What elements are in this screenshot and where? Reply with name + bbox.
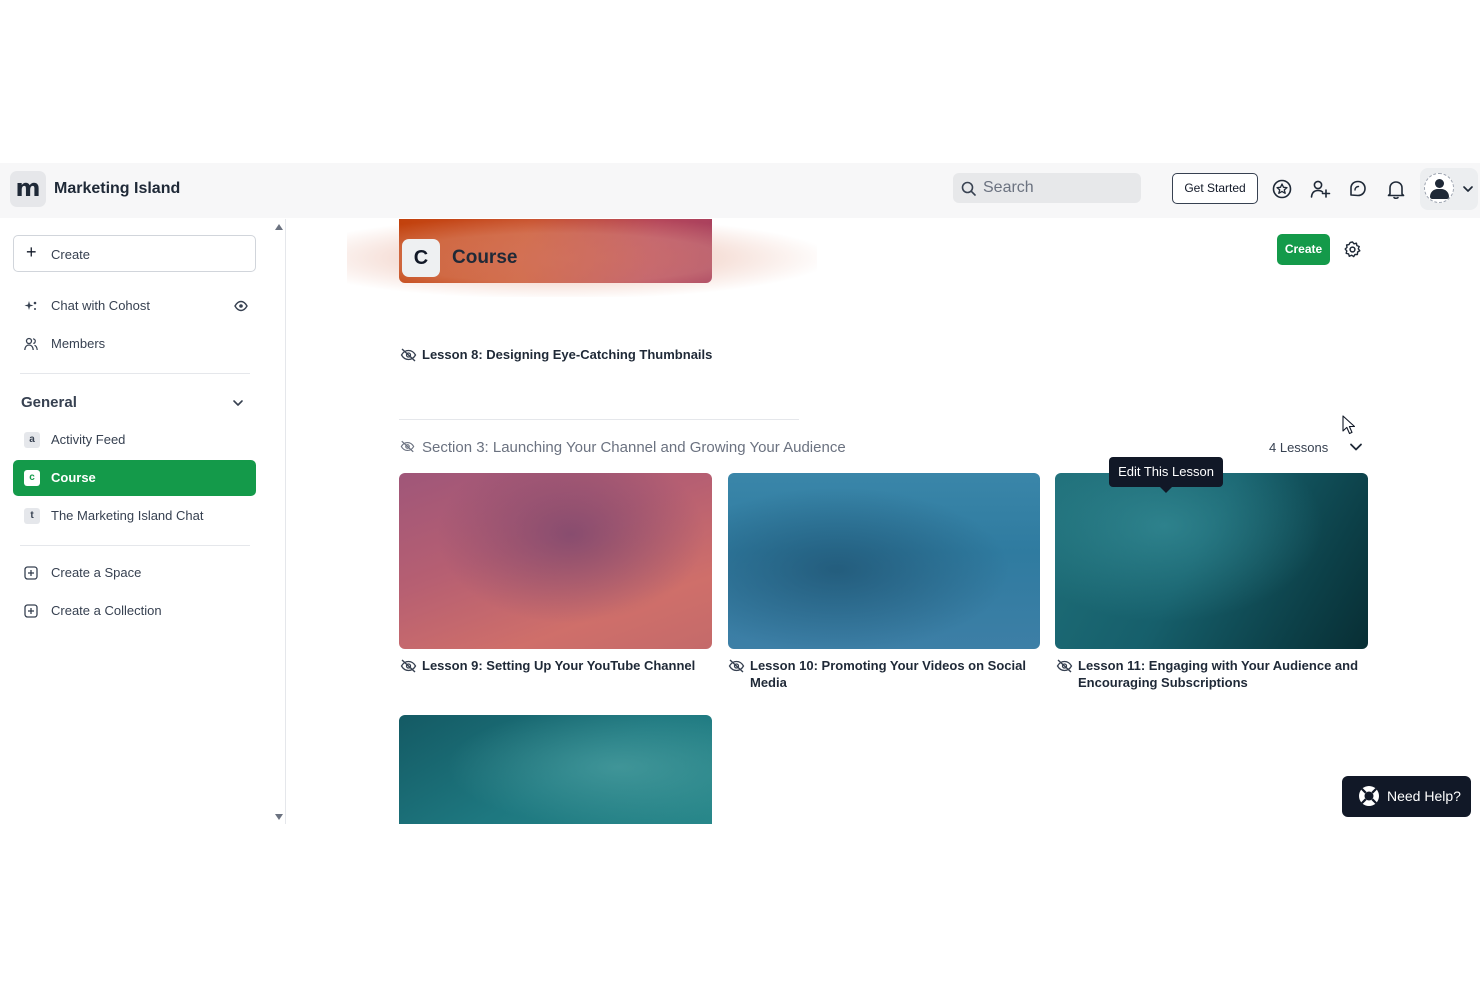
section-title[interactable]: Section 3: Launching Your Channel and Gr…	[422, 439, 846, 456]
sidebar-item-label: Course	[51, 470, 96, 485]
hidden-eye-icon	[1056, 659, 1073, 673]
lesson-thumbnail[interactable]	[1055, 473, 1368, 649]
search-box[interactable]	[953, 173, 1141, 203]
sidebar-item-course[interactable]: c Course	[13, 460, 256, 496]
edit-lesson-tooltip: Edit This Lesson	[1109, 457, 1223, 493]
hidden-eye-icon	[400, 440, 415, 453]
get-started-button[interactable]: Get Started	[1172, 173, 1258, 204]
sidebar-divider	[20, 373, 250, 374]
chevron-down-icon[interactable]	[232, 397, 244, 409]
space-letter-badge: t	[24, 508, 40, 524]
sidebar-item-label: Members	[51, 336, 106, 351]
sidebar-item-label: Create a Collection	[51, 603, 162, 618]
sidebar-scrollbar[interactable]	[273, 219, 285, 824]
avatar-body	[1430, 189, 1449, 199]
avatar-head	[1435, 179, 1444, 188]
sidebar: + Create Chat with Cohost Members Genera…	[0, 219, 271, 824]
gear-icon[interactable]	[1344, 241, 1361, 258]
lesson-title[interactable]: Lesson 11: Engaging with Your Audience a…	[1078, 657, 1370, 691]
sidebar-item-create-collection[interactable]: Create a Collection	[13, 593, 256, 629]
sidebar-item-label: Create a Space	[51, 565, 142, 580]
space-group-title[interactable]: General	[21, 394, 77, 411]
scroll-up-arrow-icon[interactable]	[274, 223, 284, 231]
search-input[interactable]	[983, 178, 1133, 198]
community-name[interactable]: Marketing Island	[54, 180, 180, 198]
sidebar-item-chat-with-cohost[interactable]: Chat with Cohost	[13, 288, 256, 324]
chevron-down-icon[interactable]	[1349, 441, 1363, 453]
members-icon	[24, 337, 38, 351]
user-menu[interactable]	[1420, 168, 1478, 210]
section-divider	[399, 419, 799, 420]
top-bar: m Marketing Island Get Started	[0, 163, 1480, 218]
search-icon	[961, 181, 976, 196]
sidebar-item-label: The Marketing Island Chat	[51, 508, 204, 523]
lesson-title[interactable]: Lesson 10: Promoting Your Videos on Soci…	[750, 657, 1040, 691]
course-space-badge: C	[402, 239, 440, 277]
add-square-icon	[24, 604, 38, 618]
lesson-title[interactable]: Lesson 8: Designing Eye-Catching Thumbna…	[422, 346, 742, 363]
main-content: C Course Create Lesson 8: Designing Eye-…	[287, 219, 1480, 824]
create-button[interactable]: + Create	[13, 235, 256, 272]
lesson-thumbnail[interactable]	[399, 473, 712, 649]
bell-icon[interactable]	[1385, 178, 1407, 200]
hidden-eye-icon	[728, 659, 745, 673]
plus-icon: +	[26, 242, 37, 262]
sidebar-item-activity-feed[interactable]: a Activity Feed	[13, 422, 256, 458]
app-window: m Marketing Island Get Started + Create …	[0, 163, 1480, 824]
sparkle-icon	[24, 301, 37, 310]
avatar[interactable]	[1424, 173, 1454, 203]
space-letter-badge: c	[24, 470, 40, 486]
hidden-eye-icon	[400, 659, 417, 673]
lifebuoy-icon	[1359, 786, 1379, 806]
lesson-thumbnail[interactable]	[728, 473, 1040, 649]
sidebar-item-members[interactable]: Members	[13, 326, 256, 362]
page-title: Course	[452, 247, 518, 268]
hidden-eye-icon	[400, 348, 417, 362]
chevron-down-icon[interactable]	[1462, 183, 1474, 195]
sidebar-item-label: Chat with Cohost	[51, 298, 150, 313]
sidebar-item-create-space[interactable]: Create a Space	[13, 555, 256, 591]
need-help-label: Need Help?	[1387, 788, 1461, 804]
sidebar-border	[285, 219, 286, 824]
create-label: Create	[51, 247, 91, 262]
star-badge-icon[interactable]	[1271, 178, 1293, 200]
community-logo[interactable]: m	[10, 171, 46, 207]
sidebar-divider	[20, 545, 250, 546]
sidebar-item-label: Activity Feed	[51, 432, 126, 447]
create-lesson-button[interactable]: Create	[1277, 234, 1330, 265]
eye-icon[interactable]	[234, 300, 248, 312]
lesson-title[interactable]: Lesson 9: Setting Up Your YouTube Channe…	[422, 657, 712, 674]
add-square-icon	[24, 566, 38, 580]
add-member-icon[interactable]	[1309, 178, 1331, 200]
lesson-thumbnail[interactable]	[399, 715, 712, 824]
lesson-count: 4 Lessons	[1269, 440, 1329, 455]
scroll-down-arrow-icon[interactable]	[274, 813, 284, 821]
chat-icon[interactable]	[1347, 178, 1369, 200]
sidebar-item-the-marketing-island-chat[interactable]: t The Marketing Island Chat	[13, 498, 256, 534]
need-help-button[interactable]: Need Help?	[1342, 776, 1471, 817]
space-letter-badge: a	[24, 432, 40, 448]
mouse-cursor-icon	[1342, 415, 1356, 435]
